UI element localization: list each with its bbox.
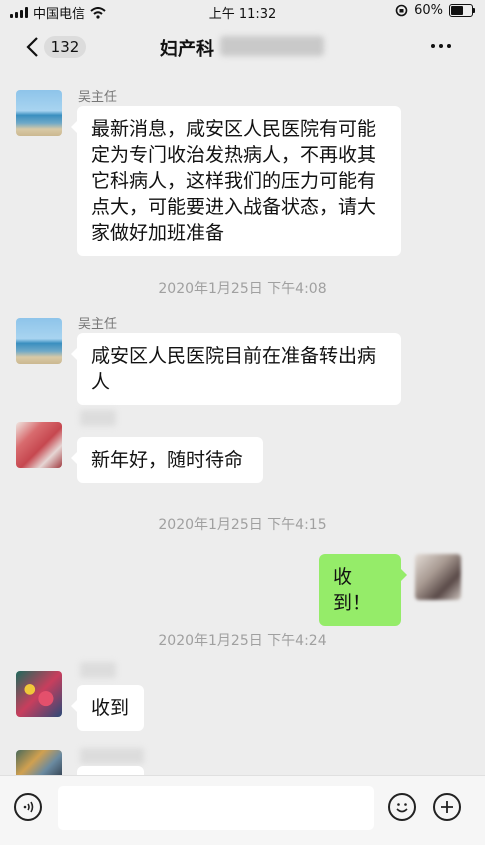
avatar[interactable] <box>16 90 62 136</box>
message-bubble-outgoing[interactable]: 收到！ <box>319 554 407 626</box>
message-bubble[interactable]: 最新消息，咸安区人民医院有可能定为专门收治发热病人，不再收其它科病人，这样我们的… <box>71 106 401 256</box>
unread-count-badge[interactable]: 132 <box>44 36 86 58</box>
avatar[interactable] <box>16 750 62 775</box>
sender-name-redaction <box>80 662 116 678</box>
avatar[interactable] <box>16 318 62 364</box>
more-options-icon[interactable] <box>431 44 451 48</box>
sender-name: 吴主任 <box>78 317 118 332</box>
timestamp: 2020年1月25日 下午4:24 <box>158 633 327 649</box>
back-chevron-icon[interactable] <box>22 35 46 59</box>
chat-title: 妇产科 <box>160 39 214 60</box>
status-bar: 中国电信 上午 11:32 60% <box>0 0 485 22</box>
sender-name: 吴主任 <box>78 90 118 105</box>
emoji-icon[interactable] <box>388 793 416 821</box>
message-input[interactable] <box>58 786 374 830</box>
avatar-self[interactable] <box>415 554 461 600</box>
message-bubble[interactable]: 新年好，随时待命 <box>71 437 263 483</box>
title-redaction <box>220 36 324 56</box>
battery-icon <box>449 4 475 17</box>
voice-input-icon[interactable] <box>14 793 42 821</box>
sender-name-redaction <box>80 748 144 764</box>
input-bar <box>0 775 485 845</box>
message-bubble-partial[interactable] <box>71 766 144 793</box>
timestamp: 2020年1月25日 下午4:08 <box>158 281 327 297</box>
timestamp: 2020年1月25日 下午4:15 <box>158 517 327 533</box>
message-bubble[interactable]: 收到 <box>71 685 144 731</box>
avatar[interactable] <box>16 671 62 717</box>
plus-icon[interactable] <box>433 793 461 821</box>
chat-header: 132 妇产科 <box>0 22 485 72</box>
orientation-lock-icon <box>395 4 408 17</box>
avatar[interactable] <box>16 422 62 468</box>
battery-percent: 60% <box>414 3 443 18</box>
sender-name-redaction <box>80 410 116 426</box>
message-bubble[interactable]: 咸安区人民医院目前在准备转出病人 <box>71 333 401 405</box>
